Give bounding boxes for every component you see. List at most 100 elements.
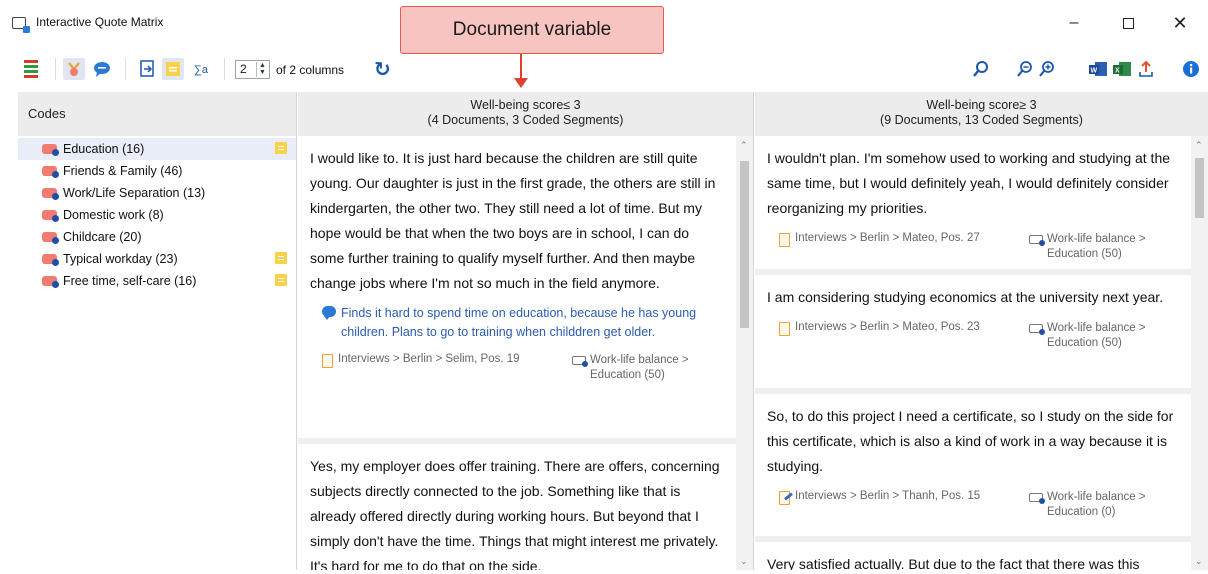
code-icon bbox=[572, 356, 588, 367]
segment-text: Very satisfied actually. But due to the … bbox=[767, 556, 1140, 570]
code-label: Friends & Family (46) bbox=[63, 164, 183, 178]
matrix-column-2: Well-being score≥ 3 (9 Documents, 13 Cod… bbox=[755, 92, 1208, 570]
document-icon bbox=[779, 322, 790, 336]
segment-code-name: Education (50) bbox=[590, 369, 665, 381]
scroll-down-icon[interactable]: ⌄ bbox=[1195, 556, 1203, 567]
code-label: Domestic work (8) bbox=[63, 208, 164, 222]
columns-label: of 2 columns bbox=[276, 63, 345, 77]
show-memos-icon[interactable] bbox=[162, 58, 184, 80]
column-header-title: Well-being score≥ 3 bbox=[926, 98, 1037, 112]
code-system-icon[interactable] bbox=[24, 60, 38, 82]
code-icon bbox=[1029, 324, 1045, 335]
activate-codes-icon[interactable] bbox=[63, 58, 85, 80]
memo-icon[interactable] bbox=[275, 274, 287, 286]
toolbar-separator bbox=[55, 58, 56, 80]
memo-icon[interactable] bbox=[275, 142, 287, 154]
segment-text: Yes, my employer does offer training. Th… bbox=[310, 458, 720, 570]
svg-text:W: W bbox=[1091, 68, 1098, 75]
code-icon bbox=[1029, 235, 1045, 246]
code-item-friends-family[interactable]: Friends & Family (46) bbox=[18, 160, 296, 182]
excel-export-icon[interactable]: X bbox=[1111, 58, 1133, 80]
minimize-button[interactable]: – bbox=[1054, 10, 1094, 36]
scrollbar[interactable]: ⌃ ⌄ bbox=[1191, 136, 1208, 570]
columns-stepper[interactable]: 2 ▲ ▼ bbox=[235, 60, 270, 79]
callout-arrow-line bbox=[520, 54, 522, 80]
memo-bubble-icon bbox=[322, 306, 336, 320]
code-icon bbox=[42, 276, 59, 288]
segment-text: I wouldn't plan. I'm somehow used to wor… bbox=[767, 150, 1171, 216]
code-list: Education (16) Friends & Family (46) Wor… bbox=[18, 136, 296, 292]
app-icon bbox=[12, 17, 30, 33]
scroll-up-icon[interactable]: ⌃ bbox=[740, 140, 748, 151]
info-icon[interactable] bbox=[1180, 58, 1202, 80]
code-icon bbox=[42, 232, 59, 244]
segment-card[interactable]: I am considering studying economics at t… bbox=[755, 275, 1191, 388]
scroll-down-icon[interactable]: ⌄ bbox=[740, 556, 748, 567]
scroll-thumb[interactable] bbox=[740, 161, 749, 328]
zoom-out-icon[interactable] bbox=[1015, 58, 1035, 80]
window-title: Interactive Quote Matrix bbox=[36, 15, 164, 29]
document-icon bbox=[322, 354, 333, 368]
refresh-icon[interactable]: ↻ bbox=[374, 57, 391, 82]
code-icon bbox=[1029, 493, 1045, 504]
code-item-work-life-separation[interactable]: Work/Life Separation (13) bbox=[18, 182, 296, 204]
segment-code: Work-life balance > Education (0) bbox=[1029, 490, 1146, 520]
segment-source-link[interactable]: Interviews > Berlin > Mateo, Pos. 27 bbox=[795, 232, 980, 244]
variables-icon[interactable]: ∑a bbox=[192, 58, 212, 80]
scroll-up-icon[interactable]: ⌃ bbox=[1195, 140, 1203, 151]
column-header-counts: (9 Documents, 13 Coded Segments) bbox=[880, 113, 1083, 127]
code-icon bbox=[42, 254, 59, 266]
maximize-button[interactable] bbox=[1108, 10, 1148, 36]
code-item-childcare[interactable]: Childcare (20) bbox=[18, 226, 296, 248]
code-item-free-time[interactable]: Free time, self-care (16) bbox=[18, 270, 296, 292]
code-icon bbox=[42, 166, 59, 178]
column-body[interactable]: I wouldn't plan. I'm somehow used to wor… bbox=[755, 136, 1208, 570]
segment-code-path: Work-life balance > bbox=[1047, 322, 1146, 334]
column-body[interactable]: I would like to. It is just hard because… bbox=[298, 136, 753, 570]
code-label: Education (16) bbox=[63, 142, 145, 156]
word-export-icon[interactable]: W bbox=[1087, 58, 1109, 80]
export-upload-icon[interactable] bbox=[1135, 58, 1157, 80]
column-header: Well-being score≥ 3 (9 Documents, 13 Cod… bbox=[755, 92, 1208, 136]
edit-document-icon bbox=[779, 491, 790, 505]
code-item-typical-workday[interactable]: Typical workday (23) bbox=[18, 248, 296, 270]
segment-source-link[interactable]: Interviews > Berlin > Thanh, Pos. 15 bbox=[795, 490, 980, 502]
segment-meta: Interviews > Berlin > Mateo, Pos. 27 Wor… bbox=[767, 231, 1179, 267]
code-item-domestic-work[interactable]: Domestic work (8) bbox=[18, 204, 296, 226]
memo-icon[interactable] bbox=[275, 252, 287, 264]
memo-bubble-icon[interactable] bbox=[92, 58, 112, 80]
columns-value: 2 bbox=[240, 62, 247, 76]
callout-arrow-head-icon bbox=[514, 78, 528, 88]
code-item-education[interactable]: Education (16) bbox=[18, 138, 296, 160]
segment-card[interactable]: I would like to. It is just hard because… bbox=[298, 136, 736, 438]
toolbar-separator bbox=[224, 58, 225, 80]
export-document-icon[interactable] bbox=[137, 58, 157, 80]
segment-source-link[interactable]: Interviews > Berlin > Selim, Pos. 19 bbox=[338, 353, 520, 365]
scroll-thumb[interactable] bbox=[1195, 158, 1204, 218]
segment-card[interactable]: I wouldn't plan. I'm somehow used to wor… bbox=[755, 136, 1191, 269]
column-header-counts: (4 Documents, 3 Coded Segments) bbox=[427, 113, 624, 127]
code-icon bbox=[42, 188, 59, 200]
segment-card[interactable]: Very satisfied actually. But due to the … bbox=[755, 542, 1191, 570]
code-icon bbox=[42, 144, 59, 156]
segment-code-name: Education (50) bbox=[1047, 337, 1122, 349]
toolbar: ∑a 2 ▲ ▼ of 2 columns ↻ W X bbox=[0, 52, 1208, 88]
segment-text: So, to do this project I need a certific… bbox=[767, 408, 1174, 474]
close-button[interactable]: ✕ bbox=[1160, 10, 1200, 36]
zoom-in-icon[interactable] bbox=[1037, 58, 1057, 80]
code-label: Free time, self-care (16) bbox=[63, 274, 197, 288]
stepper-arrows-icon[interactable]: ▲ ▼ bbox=[256, 62, 268, 77]
code-label: Childcare (20) bbox=[63, 230, 142, 244]
search-icon[interactable] bbox=[970, 58, 992, 80]
codes-header: Codes bbox=[18, 92, 296, 136]
segment-source-link[interactable]: Interviews > Berlin > Mateo, Pos. 23 bbox=[795, 321, 980, 333]
segment-code-path: Work-life balance > bbox=[1047, 233, 1146, 245]
segment-meta: Interviews > Berlin > Mateo, Pos. 23 Wor… bbox=[767, 320, 1179, 356]
scrollbar[interactable]: ⌃ ⌄ bbox=[736, 136, 753, 570]
segment-memo[interactable]: Finds it hard to spend time on education… bbox=[310, 304, 724, 342]
segment-code: Work-life balance > Education (50) bbox=[1029, 321, 1146, 351]
code-label: Work/Life Separation (13) bbox=[63, 186, 206, 200]
segment-code-name: Education (50) bbox=[1047, 248, 1122, 260]
segment-card[interactable]: So, to do this project I need a certific… bbox=[755, 394, 1191, 536]
segment-card[interactable]: Yes, my employer does offer training. Th… bbox=[298, 444, 736, 570]
